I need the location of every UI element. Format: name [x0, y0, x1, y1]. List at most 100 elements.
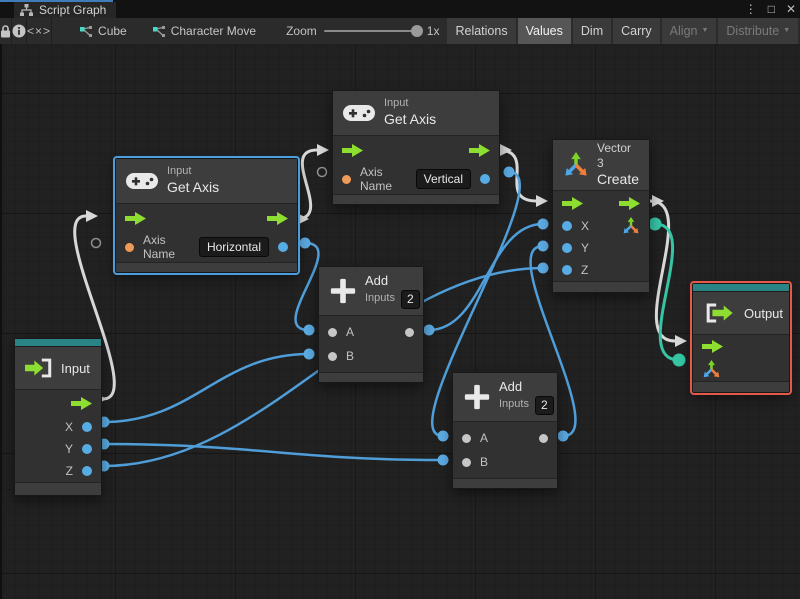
cube-label: Cube	[98, 24, 127, 38]
value-out-port-dot[interactable]	[82, 444, 92, 454]
relations-toggle[interactable]: Relations	[447, 18, 516, 44]
node-add-1[interactable]: Add Inputs 2 A B	[318, 266, 424, 383]
inputs-label: Inputs	[499, 398, 529, 411]
zoom-slider[interactable]	[323, 25, 423, 37]
string-port-dot[interactable]	[342, 174, 351, 184]
value-in-port-dot[interactable]	[562, 265, 572, 275]
node-vector3-create[interactable]: Vector 3 Create X Y Z	[552, 139, 650, 293]
input-bracket-icon	[25, 358, 52, 378]
node-title: Create	[597, 171, 640, 188]
cube-breadcrumb-button[interactable]: Cube	[72, 24, 135, 38]
carry-toggle[interactable]: Carry	[613, 18, 660, 44]
port-b-label: B	[480, 455, 489, 469]
toolbar-toggle-group: Relations Values Dim Carry Align ▼ Distr…	[439, 18, 800, 44]
node-title: Get Axis	[167, 179, 220, 196]
port-x-label: X	[581, 219, 590, 233]
window-controls: ⋮ □ ✕	[745, 0, 796, 18]
node-get-axis-horizontal[interactable]: Input Get Axis Axis Name Horizontal	[115, 158, 298, 273]
tab-script-graph[interactable]: Script Graph	[14, 2, 117, 18]
vector3-in-port[interactable]	[702, 359, 721, 379]
node-title: Get Axis	[384, 111, 437, 128]
zoom-value: 1x	[426, 24, 440, 38]
distribute-dropdown[interactable]: Distribute ▼	[718, 18, 799, 44]
value-out-port-dot[interactable]	[480, 174, 490, 184]
zoom-control: Zoom 1x	[286, 24, 439, 38]
node-title: Input	[61, 360, 90, 376]
maximize-icon[interactable]: □	[768, 2, 775, 16]
script-graph-icon	[20, 4, 33, 16]
align-dropdown[interactable]: Align ▼	[661, 18, 717, 44]
port-b-label: B	[346, 349, 355, 363]
kebab-menu-icon[interactable]: ⋮	[745, 2, 757, 16]
string-port-dot[interactable]	[125, 242, 134, 252]
zoom-label: Zoom	[286, 24, 317, 38]
node-title: Add	[499, 379, 523, 395]
info-button[interactable]	[12, 18, 27, 44]
node-subtitle: Input	[167, 165, 192, 178]
axis-name-field[interactable]: Horizontal	[198, 237, 269, 257]
value-out-port-dot[interactable]	[405, 327, 414, 337]
value-out-port-dot[interactable]	[539, 433, 548, 443]
port-y-label: Y	[64, 442, 73, 456]
code-icon: <×>	[27, 24, 52, 38]
vector3-out-port[interactable]	[622, 217, 640, 235]
flow-out-port[interactable]	[267, 211, 288, 225]
inputs-count-field[interactable]: 2	[400, 289, 420, 309]
node-footer	[319, 372, 423, 382]
node-subtitle: Input	[384, 97, 409, 110]
unity-visual-scripting-window: Script Graph ⋮ □ ✕ <×> Cube Character Mo…	[0, 0, 800, 599]
tab-title: Script Graph	[39, 3, 107, 17]
lock-icon	[1, 24, 10, 37]
axis-name-label: Axis Name	[360, 165, 393, 193]
node-input-unit[interactable]: Input X Y Z	[14, 338, 102, 496]
dim-toggle[interactable]: Dim	[572, 18, 612, 44]
flow-out-port[interactable]	[71, 396, 92, 410]
zoom-slider-knob[interactable]	[410, 25, 423, 37]
gamepad-icon	[343, 105, 375, 121]
port-x-label: X	[64, 420, 73, 434]
value-out-port-dot[interactable]	[82, 466, 92, 476]
graph-node-icon	[80, 25, 93, 37]
node-add-2[interactable]: Add Inputs 2 A B	[452, 372, 558, 489]
lock-button[interactable]	[0, 18, 12, 44]
io-node-strip	[15, 339, 101, 347]
port-a-label: A	[480, 431, 489, 445]
code-view-button[interactable]: <×>	[27, 18, 53, 44]
value-in-port-dot[interactable]	[462, 433, 471, 443]
node-footer	[15, 482, 101, 495]
node-get-axis-vertical[interactable]: Input Get Axis Axis Name Vertical	[332, 90, 500, 205]
plus-icon	[464, 384, 490, 410]
flow-out-port[interactable]	[619, 196, 640, 210]
node-footer	[553, 281, 649, 292]
node-output-unit[interactable]: Output	[692, 283, 790, 393]
value-out-port-dot[interactable]	[82, 422, 92, 432]
node-footer	[693, 381, 789, 392]
inputs-count-field[interactable]: 2	[534, 395, 554, 415]
flow-in-port[interactable]	[125, 211, 146, 225]
values-toggle[interactable]: Values	[517, 18, 571, 44]
chevron-down-icon: ▼	[701, 27, 709, 34]
graph-node-icon	[152, 25, 165, 37]
inputs-label: Inputs	[365, 292, 395, 305]
close-icon[interactable]: ✕	[786, 2, 796, 16]
value-in-port-dot[interactable]	[328, 327, 337, 337]
flow-out-port[interactable]	[469, 143, 490, 157]
character-move-breadcrumb-button[interactable]: Character Move	[145, 24, 264, 38]
value-in-port-dot[interactable]	[462, 457, 471, 467]
node-subtitle: Vector 3	[597, 141, 632, 171]
node-title: Output	[744, 305, 784, 321]
io-node-strip	[693, 284, 789, 292]
character-move-label: Character Move	[170, 24, 257, 38]
flow-in-port[interactable]	[702, 339, 723, 353]
vector3-icon	[565, 152, 587, 176]
chevron-down-icon: ▼	[783, 27, 791, 34]
value-in-port-dot[interactable]	[562, 221, 572, 231]
value-out-port-dot[interactable]	[278, 242, 288, 252]
port-z-label: Z	[65, 464, 73, 478]
value-in-port-dot[interactable]	[562, 243, 572, 253]
flow-in-port[interactable]	[562, 196, 583, 210]
axis-name-field[interactable]: Vertical	[415, 169, 471, 189]
info-icon	[12, 24, 26, 38]
flow-in-port[interactable]	[342, 143, 363, 157]
value-in-port-dot[interactable]	[328, 351, 337, 361]
